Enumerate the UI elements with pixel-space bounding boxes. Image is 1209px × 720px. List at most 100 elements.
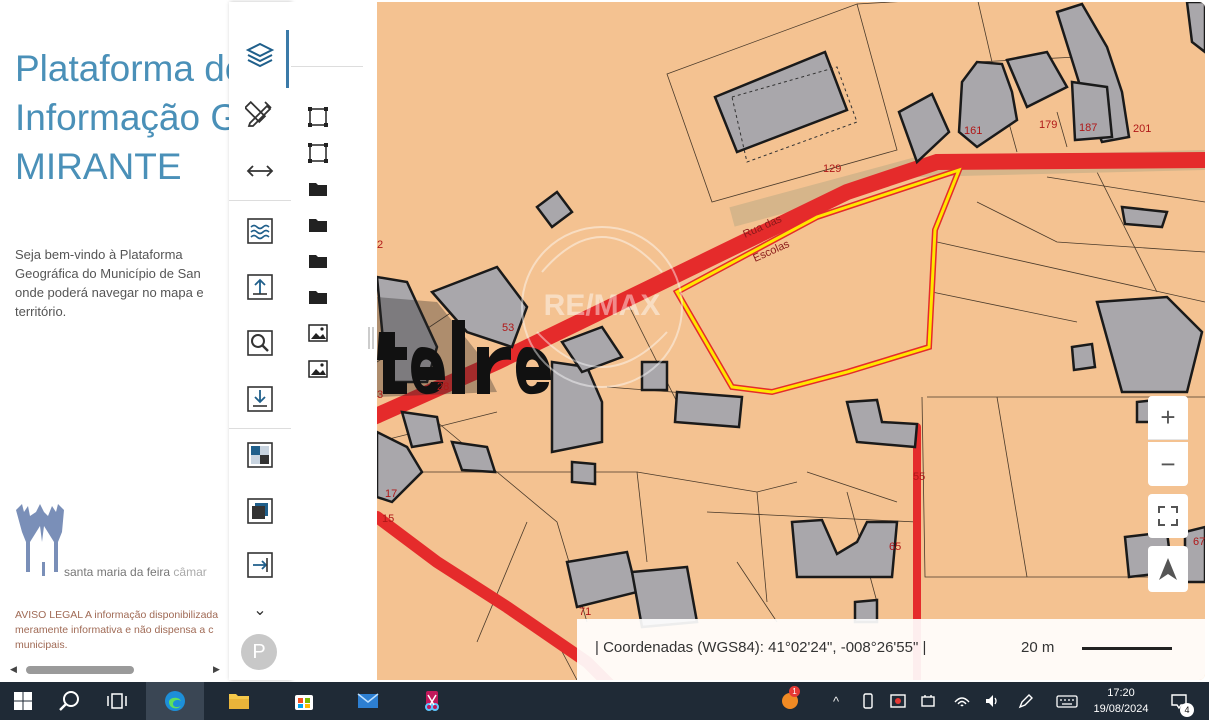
legal-line-3: municipais. (15, 639, 68, 651)
legal-line-2: meramente informativa e não dispensa a c (15, 624, 214, 636)
parcel-number: 15 (382, 513, 394, 525)
municipality-logo-icon (16, 504, 64, 576)
layer-item-folder-2[interactable] (307, 214, 329, 236)
parcel-number: 179 (1039, 119, 1057, 131)
wifi-icon (954, 697, 970, 707)
clock-time: 17:20 (1107, 687, 1135, 699)
logo-text: santa maria da feira câmar (64, 565, 207, 579)
map-view[interactable]: RE/MAX Rua das Escolas 129 161 179 187 2… (377, 2, 1205, 680)
layer-item-folder-4[interactable] (307, 286, 329, 308)
buildings (377, 2, 1205, 629)
logo-text-light: câmar (173, 565, 207, 579)
more-tools-button[interactable]: ⌄ (243, 598, 277, 622)
keyboard-icon (1056, 695, 1078, 708)
upload-button[interactable] (243, 270, 277, 304)
tray-wifi[interactable] (950, 682, 974, 720)
water-icon (247, 218, 273, 244)
panel-resize-handle-icon[interactable] (367, 325, 375, 351)
scale-label: 20 m (1021, 639, 1055, 656)
horizontal-scrollbar[interactable]: ◀ ▶ (0, 662, 229, 678)
scroll-right-icon[interactable]: ▶ (213, 664, 220, 675)
layer-item-folder-3[interactable] (307, 250, 329, 272)
welcome-line-3: onde poderá navegar no mapa e (15, 285, 204, 300)
tray-record[interactable] (886, 682, 910, 720)
user-avatar[interactable]: P (241, 634, 277, 670)
clock-date: 19/08/2024 (1093, 703, 1149, 715)
taskbar-edge[interactable] (146, 682, 204, 720)
download-button[interactable] (243, 382, 277, 416)
overlay-button[interactable] (243, 494, 277, 528)
basemap-icon (247, 442, 273, 468)
parcel-number: 67 (1193, 536, 1205, 548)
export-button[interactable] (243, 548, 277, 582)
scroll-left-icon[interactable]: ◀ (10, 664, 17, 675)
taskbar-clock[interactable]: 17:20 19/08/2024 (1088, 685, 1154, 717)
zoom-out-button[interactable]: − (1148, 442, 1188, 486)
phone-link-icon (863, 693, 873, 709)
basemap-button[interactable] (243, 438, 277, 472)
north-arrow-button[interactable] (1148, 546, 1188, 592)
tray-device[interactable] (916, 682, 940, 720)
platform-title: Plataforma de Informação G MIRANTE (15, 44, 229, 191)
layer-panel-divider (291, 66, 363, 67)
taskbar-file-explorer[interactable] (216, 682, 262, 720)
parcel-number: 71 (579, 606, 591, 618)
parcel-number: 53 (502, 322, 514, 334)
water-layer-button[interactable] (243, 214, 277, 248)
tool-sidebar: ⌄ P (229, 2, 291, 680)
toolbar-divider (229, 200, 291, 201)
title-line-3: MIRANTE (15, 146, 182, 187)
upload-icon (247, 274, 273, 300)
tray-phone-link[interactable] (856, 682, 880, 720)
windows-taskbar: 1 ^ 17:20 19/08/2024 4 (0, 682, 1209, 720)
north-arrow-icon (1159, 558, 1177, 580)
welcome-line-2: Geográfica do Município de San (15, 266, 201, 281)
tray-overflow-button[interactable]: ^ (826, 682, 846, 720)
title-line-2: Informação G (15, 97, 229, 138)
edge-notification-badge: 1 (789, 686, 800, 697)
edge-browser-icon (165, 691, 185, 711)
tray-keyboard[interactable] (1052, 682, 1082, 720)
store-icon (295, 695, 313, 710)
tray-pen[interactable] (1014, 682, 1038, 720)
fullscreen-button[interactable] (1148, 494, 1188, 538)
folder-icon (309, 291, 327, 304)
task-view-button[interactable] (94, 682, 140, 720)
welcome-line-1: Seja bem-vindo à Plataforma (15, 247, 183, 262)
tray-volume[interactable] (980, 682, 1004, 720)
volume-icon (986, 695, 997, 707)
snipping-tool-icon (425, 691, 439, 711)
parcel-number: 17 (385, 488, 397, 500)
selection-square-icon (308, 107, 328, 127)
pen-icon (1018, 694, 1033, 709)
taskbar-store[interactable] (281, 682, 327, 720)
coordinates-readout: | Coordenadas (WGS84): 41°02'24", -008°2… (595, 639, 927, 656)
scale-bar (1082, 647, 1172, 650)
layer-item-image-2[interactable] (307, 358, 329, 380)
folder-icon (309, 183, 327, 196)
measure-button[interactable] (243, 154, 277, 188)
layer-item-selection-1[interactable] (307, 106, 329, 128)
taskbar-mail[interactable] (345, 682, 391, 720)
layer-item-image-1[interactable] (307, 322, 329, 344)
parcel-number: 55 (913, 471, 925, 483)
layer-item-selection-2[interactable] (307, 142, 329, 164)
watermark-text: RE/MAX (544, 289, 661, 322)
layers-button[interactable] (243, 38, 277, 72)
zoom-search-button[interactable] (243, 326, 277, 360)
search-button[interactable] (47, 682, 93, 720)
map-canvas[interactable]: RE/MAX Rua das Escolas 129 161 179 187 2… (377, 2, 1205, 680)
scrollbar-thumb[interactable] (26, 666, 134, 674)
fullscreen-icon (1158, 506, 1178, 526)
draw-tools-icon (245, 100, 272, 127)
measure-icon (246, 165, 274, 177)
download-icon (247, 386, 273, 412)
taskbar-snipping-tool[interactable] (409, 682, 455, 720)
layer-item-folder-1[interactable] (307, 178, 329, 200)
coordinates-bar: | Coordenadas (WGS84): 41°02'24", -008°2… (577, 619, 1205, 680)
draw-tools-button[interactable] (243, 96, 277, 130)
start-button[interactable] (0, 682, 46, 720)
zoom-in-button[interactable]: + (1148, 396, 1188, 440)
logo-text-main: santa maria da feira (64, 565, 171, 579)
selection-square-icon (308, 143, 328, 163)
